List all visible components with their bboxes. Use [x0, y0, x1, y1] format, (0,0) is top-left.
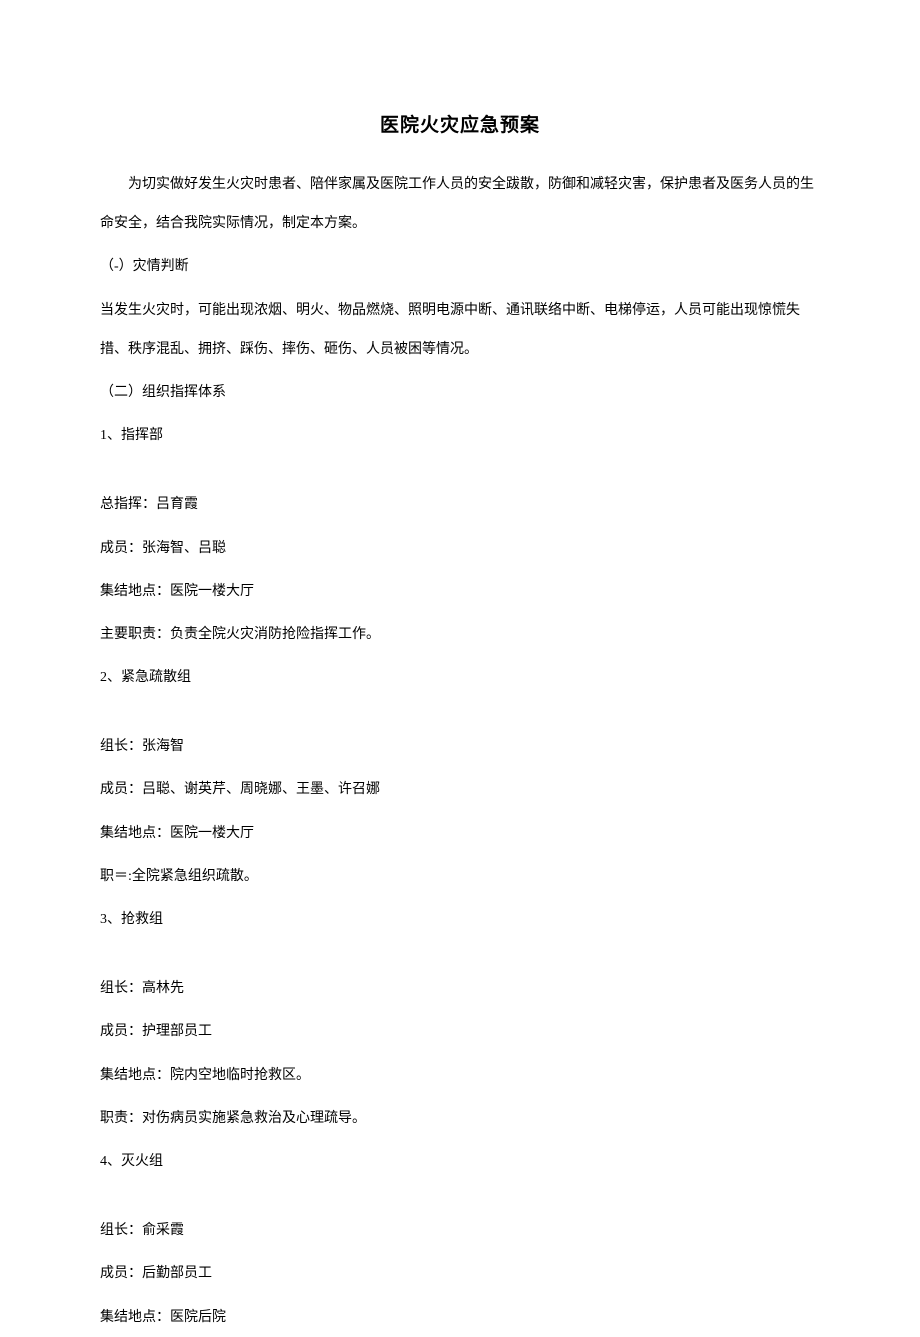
group1-commander: 总指挥：吕育霞 [100, 485, 820, 524]
group2-leader: 组长：张海智 [100, 727, 820, 766]
group4-label: 4、灭火组 [100, 1142, 820, 1181]
document-title: 医院火灾应急预案 [100, 110, 820, 137]
section1-text: 当发生火灾时，可能出现浓烟、明火、物品燃烧、照明电源中断、通讯联络中断、电梯停运… [100, 291, 820, 369]
group3-label: 3、抢救组 [100, 900, 820, 939]
group2-label: 2、紧急疏散组 [100, 658, 820, 697]
group4-leader: 组长：俞采霞 [100, 1211, 820, 1250]
section1-heading: （-）灾情判断 [100, 247, 820, 286]
group3-leader: 组长：高林先 [100, 969, 820, 1008]
group1-label: 1、指挥部 [100, 416, 820, 455]
group4-members: 成员：后勤部员工 [100, 1254, 820, 1293]
intro-paragraph: 为切实做好发生火灾时患者、陪伴家属及医院工作人员的安全跋散，防御和减轻灾害，保护… [100, 165, 820, 243]
group2-location: 集结地点：医院一楼大厅 [100, 814, 820, 853]
group3-members: 成员：护理部员工 [100, 1012, 820, 1051]
group3-location: 集结地点：院内空地临时抢救区。 [100, 1056, 820, 1095]
group2-members: 成员：吕聪、谢英芹、周晓娜、王墨、许召娜 [100, 770, 820, 809]
group1-location: 集结地点：医院一楼大厅 [100, 572, 820, 611]
section2-heading: （二）组织指挥体系 [100, 373, 820, 412]
group4-location: 集结地点：医院后院 [100, 1298, 820, 1337]
group3-duty: 职责：对伤病员实施紧急救治及心理疏导。 [100, 1099, 820, 1138]
group2-duty: 职＝:全院紧急组织疏散。 [100, 857, 820, 896]
group1-duty: 主要职责：负责全院火灾消防抢险指挥工作。 [100, 615, 820, 654]
group1-members: 成员：张海智、吕聪 [100, 529, 820, 568]
